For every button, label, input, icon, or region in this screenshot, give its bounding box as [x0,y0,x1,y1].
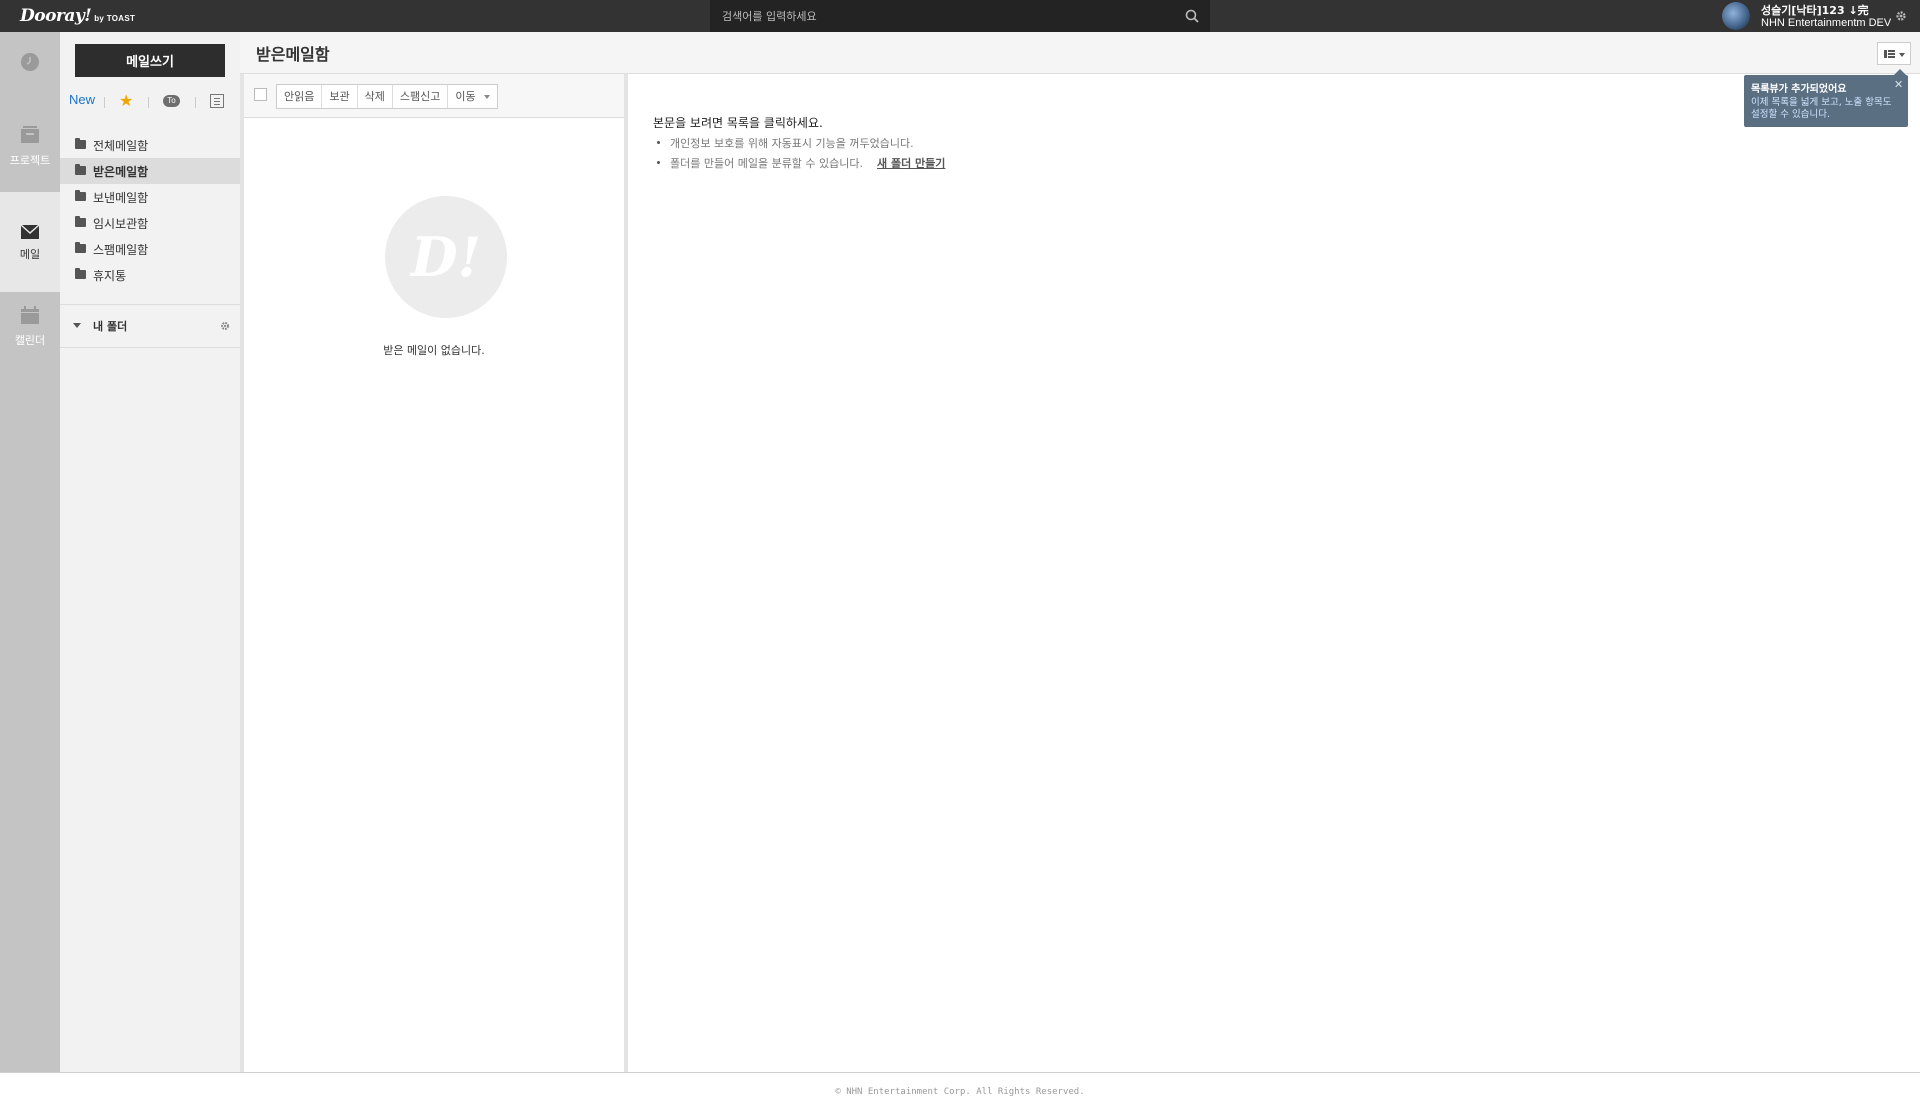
empty-state-logo: D! [385,196,507,318]
folder-spam[interactable]: 스팸메일함 [60,236,240,262]
list-filter-icon[interactable] [210,94,224,108]
list-view-tooltip: 목록뷰가 추가되었어요 ✕ 이제 목록을 넓게 보고, 노출 항목도 설정할 수… [1744,69,1908,127]
rail-item-calendar[interactable]: 캘린더 [0,292,60,392]
list-item: 폴더를 만들어 메일을 분류할 수 있습니다. 새 폴더 만들기 [657,155,945,175]
mail-sidebar: 메일쓰기 New ★ To 전체메일함 받은메일함 보낸메일함 임시보관함 스팸… [60,32,240,1072]
toolbar-button-group: 안읽음 보관 삭제 스팸신고 이동 [276,84,498,109]
folder-icon [75,242,86,253]
tip-privacy: 개인정보 보호를 위해 자동표시 기능을 꺼두었습니다. [670,137,914,150]
folder-icon [75,268,86,279]
chevron-down-icon [483,95,490,99]
select-all-checkbox[interactable] [254,88,267,101]
folder-label: 보낸메일함 [93,191,149,205]
close-icon[interactable]: ✕ [1894,78,1903,91]
folder-icon [75,216,86,227]
calendar-icon [21,306,39,324]
folder-settings-gear-icon[interactable] [219,320,231,332]
folder-sent[interactable]: 보낸메일함 [60,184,240,210]
project-icon [21,126,39,143]
rail-label-project: 프로젝트 [9,154,51,167]
top-bar: Dooray!by TOAST 성슬기[낙타]123 ↓完 NHN Entert… [0,0,1920,32]
mail-list-pane: 안읽음 보관 삭제 스팸신고 이동 D! 받은 메일이 없습니다. [240,74,628,1072]
folder-label: 임시보관함 [93,217,149,231]
clock-icon [21,53,39,71]
delete-button[interactable]: 삭제 [358,85,393,108]
move-label: 이동 [455,90,476,103]
star-icon[interactable]: ★ [119,91,133,110]
folder-label: 받은메일함 [93,165,149,179]
tooltip-body: 이제 목록을 넓게 보고, 노출 항목도 설정할 수 있습니다. [1751,97,1892,120]
my-folders-label: 내 폴더 [93,320,128,333]
footer: © NHN Entertainment Corp. All Rights Res… [0,1072,1920,1103]
list-view-icon [1884,50,1895,58]
folder-label: 전체메일함 [93,139,149,153]
filter-new[interactable]: New [69,92,95,107]
copyright-text: © NHN Entertainment Corp. All Rights Res… [835,1087,1085,1097]
page-title: 받은메일함 [256,45,330,64]
folder-drafts[interactable]: 임시보관함 [60,210,240,236]
divider [104,97,105,108]
rail-label-mail: 메일 [19,248,41,261]
reading-pane-tips: 개인정보 보호를 위해 자동표시 기능을 꺼두었습니다. 폴더를 만들어 메일을… [657,135,945,175]
mark-unread-button[interactable]: 안읽음 [277,85,323,108]
dooray-logo[interactable]: Dooray! by TOAST [20,6,135,26]
folder-inbox[interactable]: 받은메일함 [60,158,240,184]
chevron-down-icon [1899,53,1905,57]
list-item: 개인정보 보호를 위해 자동표시 기능을 꺼두었습니다. [657,135,945,155]
report-spam-button[interactable]: 스팸신고 [393,85,449,108]
chevron-down-icon[interactable] [73,323,81,328]
archive-button[interactable]: 보관 [322,85,358,108]
reading-pane-hint: 본문을 보려면 목록을 클릭하세요. [653,116,823,130]
app-rail: 프로젝트 메일 캘린더 [0,32,60,1072]
tooltip-title: 목록뷰가 추가되었어요 [1751,84,1847,95]
filter-to[interactable]: To [163,95,180,107]
compose-button[interactable]: 메일쓰기 [75,44,225,77]
folder-icon [75,190,86,201]
folder-label: 휴지통 [93,269,127,283]
global-search [710,0,1210,32]
folder-label: 스팸메일함 [93,243,149,257]
empty-state-text: 받은 메일이 없습니다. [383,344,485,357]
move-button[interactable]: 이동 [448,85,496,108]
view-mode-toggle[interactable] [1877,42,1911,65]
divider [195,97,196,108]
user-name: 성슬기[낙타]123 ↓完 [1761,4,1869,17]
search-input[interactable] [722,0,1162,32]
mail-header: 받은메일함 [240,32,1920,74]
rail-label-calendar: 캘린더 [14,334,46,347]
tip-folders: 폴더를 만들어 메일을 분류할 수 있습니다. [670,157,864,170]
divider [148,97,149,108]
folder-icon [75,138,86,149]
folder-all-mail[interactable]: 전체메일함 [60,132,240,158]
reading-pane: 본문을 보려면 목록을 클릭하세요. 개인정보 보호를 위해 자동표시 기능을 … [628,74,1920,1072]
avatar[interactable] [1722,2,1750,30]
settings-gear-icon[interactable] [1894,9,1908,23]
mail-icon [20,224,40,239]
quick-filters: New ★ To [60,88,240,114]
my-folders-section[interactable]: 내 폴더 [60,304,240,348]
mail-toolbar: 안읽음 보관 삭제 스팸신고 이동 [244,74,624,118]
create-folder-link[interactable]: 새 폴더 만들기 [877,157,945,170]
folder-trash[interactable]: 휴지통 [60,262,240,288]
search-icon[interactable] [1184,8,1200,24]
rail-item-mail[interactable]: 메일 [0,192,60,292]
user-organization: NHN Entertainmentm DEV [1761,17,1892,29]
folder-open-icon [75,164,86,175]
